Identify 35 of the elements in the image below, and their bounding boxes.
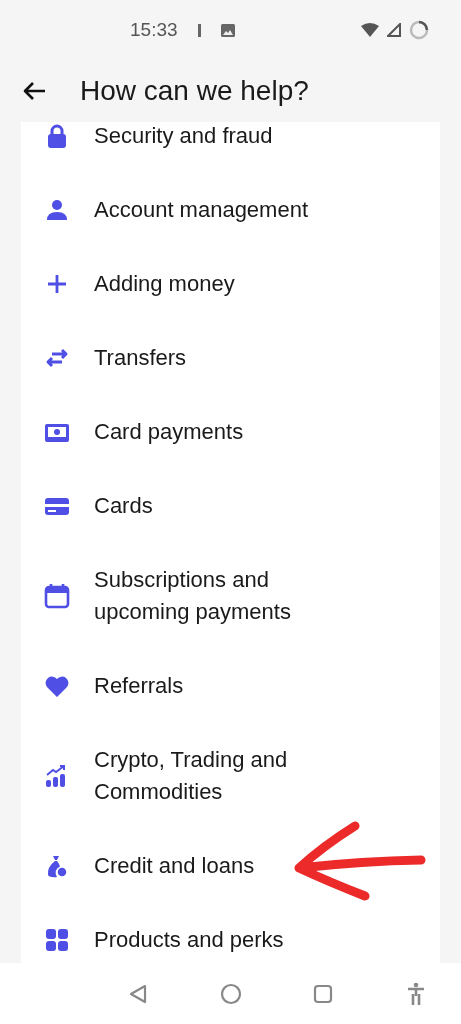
wifi-icon: [361, 23, 379, 37]
topic-label: Crypto, Trading and Commodities: [94, 746, 289, 806]
square-icon[interactable]: [312, 982, 335, 1005]
topic-item[interactable]: Transfers: [21, 321, 440, 395]
topic-label: Products and perks: [94, 926, 284, 954]
topic-label: Cards: [94, 492, 153, 520]
topic-item[interactable]: Credit and loans: [21, 829, 440, 903]
home-circle-icon[interactable]: [219, 982, 242, 1005]
status-time: 15:33: [130, 19, 178, 41]
page-title: How can we help?: [80, 75, 309, 107]
topic-label: Subscriptions and upcoming payments: [94, 566, 292, 626]
topic-label: Transfers: [94, 344, 187, 372]
topic-item[interactable]: Cards: [21, 469, 440, 543]
topic-item[interactable]: Referrals: [21, 649, 440, 723]
topic-label: Credit and loans: [94, 852, 255, 880]
topic-label: Adding money: [94, 270, 235, 298]
topic-label: Referrals: [94, 672, 184, 700]
battery-ring-icon: [409, 20, 429, 40]
topic-item[interactable]: Card payments: [21, 395, 440, 469]
back-triangle-icon[interactable]: [127, 982, 149, 1005]
topic-item[interactable]: Account management: [21, 173, 440, 247]
topic-label: Security and fraud: [94, 122, 273, 150]
topic-label: Card payments: [94, 418, 244, 446]
grid-icon: [44, 927, 70, 953]
person-icon: [44, 197, 70, 223]
topic-item[interactable]: Adding money: [21, 247, 440, 321]
topic-item[interactable]: Security and fraud: [21, 122, 440, 173]
topic-label: Account management: [94, 196, 309, 224]
topic-item[interactable]: Products and perks: [21, 903, 440, 963]
signal-icon: [387, 23, 401, 37]
topic-item[interactable]: Crypto, Trading and Commodities: [21, 723, 440, 829]
calendar-icon: [44, 583, 70, 609]
back-arrow-icon[interactable]: [22, 81, 46, 101]
image-icon: [220, 23, 235, 37]
topic-item[interactable]: Subscriptions and upcoming payments: [21, 543, 440, 649]
